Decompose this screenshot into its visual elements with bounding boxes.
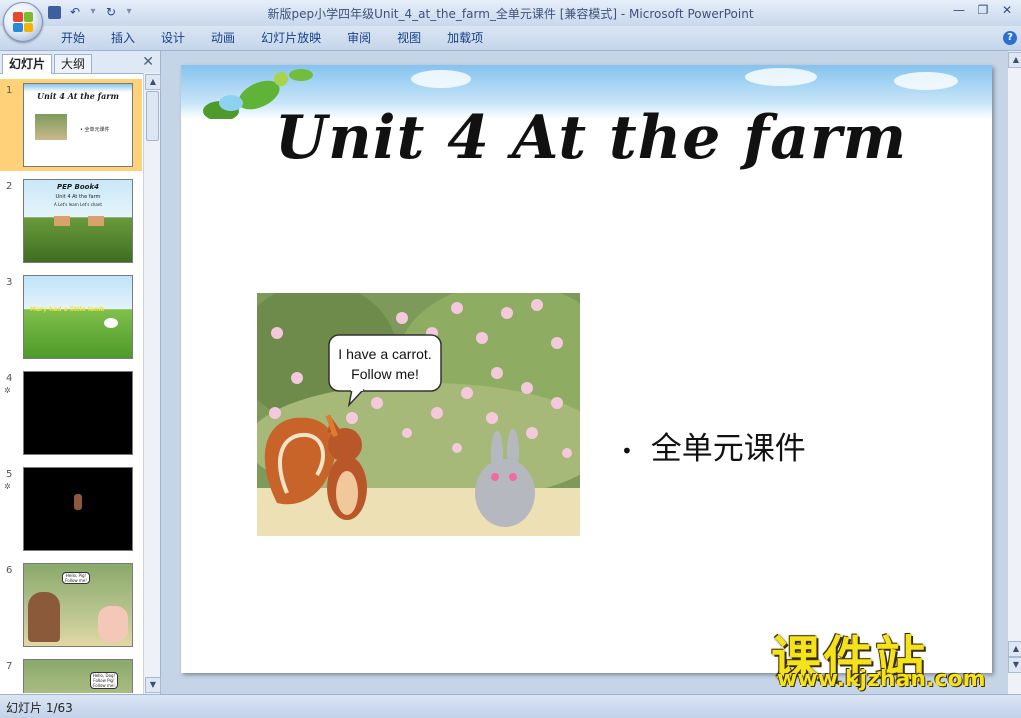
slide-thumbnail-2[interactable]: 2 PEP Book4 Unit 4 At the farm A Let's l… — [0, 175, 142, 267]
slide-illustration[interactable]: I have a carrot. Follow me! — [257, 293, 580, 536]
thumbnail-line: A Let's learn Let's chant — [54, 202, 102, 207]
slide-thumbnail-5[interactable]: 5 ✲ — [0, 463, 142, 555]
current-slide[interactable]: Unit 4 At the farm I have a carrot. Foll… — [181, 65, 992, 673]
tab-outline[interactable]: 大纲 — [54, 54, 93, 73]
ribbon-tab-0[interactable]: 开始 — [48, 26, 98, 50]
thumbnail-number: 2 — [6, 181, 13, 192]
speech-bubble-line-2: Follow me! — [351, 366, 419, 382]
animation-icon: ✲ — [4, 386, 11, 395]
thumbnail-preview — [23, 371, 133, 455]
thumbnail-number: 4 — [6, 373, 13, 384]
slide-thumbnail-4[interactable]: 4 ✲ — [0, 367, 142, 459]
slide-thumbnail-6[interactable]: 6 Hello, Pig! Follow me! — [0, 559, 142, 651]
slide-counter: 幻灯片 1/63 — [6, 701, 73, 715]
pane-tabs: 幻灯片 大纲 ✕ — [0, 51, 160, 74]
scroll-up-icon[interactable]: ▲ — [1008, 52, 1021, 68]
slide-editing-area: Unit 4 At the farm I have a carrot. Foll… — [161, 51, 1007, 694]
thumbnail-title: Mary had a little lamb — [30, 306, 105, 313]
ribbon-tab-6[interactable]: 视图 — [384, 26, 434, 50]
slide-bullet-text[interactable]: • 全单元课件 — [621, 423, 806, 468]
thumbnail-title: Unit 4 At the farm — [37, 91, 119, 101]
window-title: 新版pep小学四年级Unit_4_at_the_farm_全单元课件 [兼容模式… — [267, 7, 754, 21]
slide-thumbnail-7[interactable]: 7 Hello, Dog! Follow Pig! Follow me! — [0, 655, 142, 693]
close-icon[interactable]: ✕ — [997, 2, 1017, 18]
slide-title[interactable]: Unit 4 At the farm — [271, 103, 911, 173]
thumbnail-preview: PEP Book4 Unit 4 At the farm A Let's lea… — [23, 179, 133, 263]
window-controls: — ❐ ✕ — [949, 2, 1017, 18]
slide-thumbnail-1[interactable]: 1 Unit 4 At the farm • 全单元课件 — [0, 79, 142, 171]
slides-pane: 幻灯片 大纲 ✕ 1 Unit 4 At the farm • 全单元课件 2 … — [0, 51, 161, 694]
thumbnail-number: 6 — [6, 565, 13, 576]
pane-close-icon[interactable]: ✕ — [142, 54, 154, 70]
help-icon[interactable]: ? — [1003, 31, 1017, 45]
thumbnail-title: PEP Book4 — [57, 183, 99, 191]
thumbnail-preview: Mary had a little lamb — [23, 275, 133, 359]
ribbon-tabs-bar: 开始 插入 设计 动画 幻灯片放映 审阅 视图 加载项 ? — [0, 26, 1021, 51]
ribbon-tab-3[interactable]: 动画 — [198, 26, 248, 50]
thumbnail-scrollbar[interactable]: ▲ ▼ — [143, 73, 161, 694]
ribbon-tab-2[interactable]: 设计 — [148, 26, 198, 50]
thumbnail-number: 3 — [6, 277, 13, 288]
thumbnail-preview: Hello, Dog! Follow Pig! Follow me! — [23, 659, 133, 693]
thumbnail-preview: Hello, Pig! Follow me! — [23, 563, 133, 647]
minimize-icon[interactable]: — — [949, 2, 969, 18]
restore-icon[interactable]: ❐ — [973, 2, 993, 18]
thumbnail-preview — [23, 467, 133, 551]
thumbnail-bubble: Hello, Pig! Follow me! — [62, 572, 90, 584]
ribbon-tab-7[interactable]: 加载项 — [434, 26, 496, 50]
bullet-label: 全单元课件 — [650, 431, 806, 467]
scrollbar-thumb[interactable] — [146, 91, 159, 141]
ribbon-tabs: 开始 插入 设计 动画 幻灯片放映 审阅 视图 加载项 — [48, 26, 496, 50]
ribbon-tab-4[interactable]: 幻灯片放映 — [248, 26, 334, 50]
ribbon-tab-5[interactable]: 审阅 — [334, 26, 384, 50]
squirrel-rabbit-illustration: I have a carrot. Follow me! — [257, 293, 580, 536]
thumbnail-number: 1 — [6, 85, 13, 96]
tab-slides[interactable]: 幻灯片 — [2, 54, 53, 74]
ribbon-tab-1[interactable]: 插入 — [98, 26, 148, 50]
thumbnail-number: 5 — [6, 469, 13, 480]
thumbnail-preview: Unit 4 At the farm • 全单元课件 — [23, 83, 133, 167]
bullet-icon: • — [621, 438, 633, 463]
previous-slide-icon[interactable]: ▲ — [1008, 641, 1021, 657]
speech-bubble-line-1: I have a carrot. — [338, 346, 431, 362]
title-bar: ↶ ▾ ↻ ▾ 新版pep小学四年级Unit_4_at_the_farm_全单元… — [0, 0, 1021, 42]
thumbnail-subtitle: Unit 4 At the farm — [55, 194, 101, 200]
scroll-up-icon[interactable]: ▲ — [145, 74, 161, 90]
status-bar: 幻灯片 1/63 — [0, 694, 1021, 718]
next-slide-icon[interactable]: ▼ — [1008, 657, 1021, 673]
slide-scrollbar[interactable]: ▲ ▲ ▼ — [1007, 51, 1021, 694]
office-logo-icon — [13, 12, 33, 32]
animation-icon: ✲ — [4, 482, 11, 491]
scroll-down-icon[interactable]: ▼ — [145, 677, 161, 693]
thumbnail-caption: • 全单元课件 — [80, 127, 110, 133]
thumbnail-list: 1 Unit 4 At the farm • 全单元课件 2 PEP Book4… — [0, 73, 142, 693]
office-button[interactable] — [3, 2, 43, 42]
thumbnail-number: 7 — [6, 661, 13, 672]
watermark-url: www.kjzhan.com — [777, 667, 986, 692]
thumbnail-bubble: Hello, Dog! Follow Pig! Follow me! — [90, 672, 118, 689]
slide-thumbnail-3[interactable]: 3 Mary had a little lamb — [0, 271, 142, 363]
